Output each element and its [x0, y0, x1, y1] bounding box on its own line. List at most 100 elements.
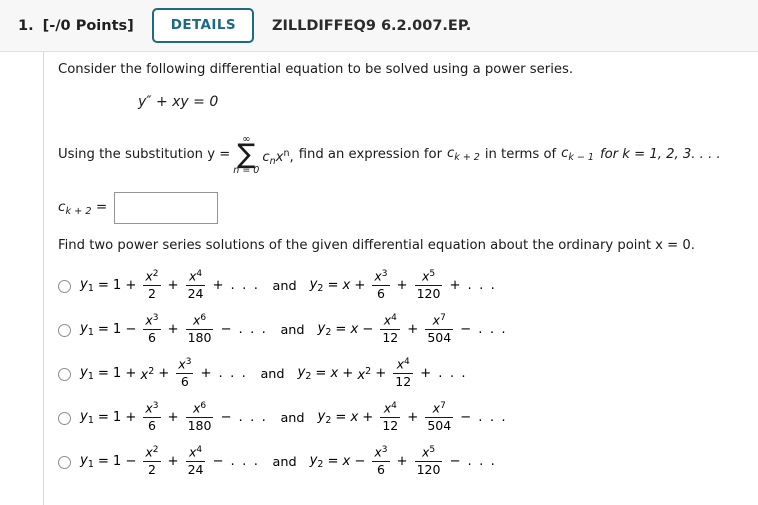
- fraction: x4 12: [380, 400, 401, 433]
- option-2-y1-tail-operator: −: [220, 322, 232, 338]
- answer-option-1[interactable]: y1 = 1 + x2 2 + x4 24 +. . . and y2 = x + x3 6 + x5 120 +. .…: [58, 264, 748, 308]
- fraction-numerator: x6: [192, 400, 207, 416]
- option-5-y1-label: y1: [80, 453, 94, 471]
- answer-option-5[interactable]: y1 = 1− x2 2 + x4 24−. . . and y2 = x − x3 6 + x5 120−. .…: [58, 440, 748, 484]
- option-5-y1-equals: =: [97, 454, 109, 470]
- option-2-y1: y1 = 1− x3 6 + x6 180−. . .: [80, 312, 268, 346]
- option-2-y2-operator-0: −: [362, 322, 374, 338]
- summand: cnxn,: [262, 148, 293, 167]
- summation-symbol: ∞ ∑ n = 0: [233, 135, 259, 176]
- option-5-and-label: and: [272, 454, 297, 470]
- fraction-denominator: 6: [180, 373, 189, 389]
- option-2-y1-label: y1: [80, 321, 94, 339]
- answer-option-4[interactable]: y1 = 1 + x3 6 + x6 180−. . . and y2 = x + x4 12 + x7 504−.…: [58, 396, 748, 440]
- fraction-denominator: 6: [376, 461, 385, 477]
- fraction: x4 12: [380, 313, 401, 345]
- option-4-y2-tail-operator: −: [460, 410, 472, 426]
- points-label: [-/0 Points]: [42, 17, 134, 34]
- option-5-y1-operator-0: −: [125, 454, 137, 470]
- option-5-y2-operator-1: +: [396, 454, 408, 470]
- option-3-and-label: and: [260, 366, 285, 382]
- fraction-denominator: 120: [416, 461, 441, 477]
- answer-input[interactable]: [114, 192, 219, 224]
- fraction-numerator: x6: [192, 312, 207, 328]
- option-1-y2-first-term: x: [342, 278, 351, 294]
- option-4-y2-ellipsis: . . .: [478, 410, 508, 426]
- fraction-numerator: x3: [145, 312, 159, 328]
- option-1-y1-operator-0: +: [125, 278, 137, 294]
- option-2-and-label: and: [280, 322, 305, 338]
- option-3-y1-operator-0: +: [158, 366, 170, 382]
- option-4-y1-tail-operator: −: [220, 410, 232, 426]
- fraction: x2 2: [143, 445, 161, 477]
- radio-button-option-5[interactable]: [58, 455, 71, 469]
- fraction: x3 6: [143, 312, 161, 345]
- option-2-y2-tail-operator: −: [460, 322, 472, 338]
- option-4-y1: y1 = 1 + x3 6 + x6 180−. . .: [80, 400, 268, 434]
- fraction-numerator: x4: [188, 268, 203, 284]
- option-4-y2-equals: =: [335, 410, 347, 426]
- option-1-y2: y2 = x + x3 6 + x5 120 +. . .: [309, 268, 497, 302]
- option-1-y2-equals: =: [327, 278, 339, 294]
- option-4-y1-first-term: 1: [112, 410, 122, 426]
- option-2-y1-first-term: 1: [112, 322, 122, 338]
- substitution-line: Using the substitution y = ∞ ∑ n = 0 cnx…: [58, 134, 721, 176]
- fraction-denominator: 24: [187, 461, 204, 477]
- option-5-y1: y1 = 1− x2 2 + x4 24−. . .: [80, 445, 260, 478]
- fraction-denominator: 504: [427, 329, 452, 345]
- fraction: x4 12: [393, 357, 414, 389]
- option-4-y1-equals: =: [97, 410, 109, 426]
- fraction-numerator: x3: [178, 356, 192, 372]
- fraction: x7 504: [425, 312, 454, 345]
- fraction-denominator: 504: [427, 417, 452, 433]
- fraction-denominator: 6: [147, 417, 156, 433]
- option-3-y1-label: y1: [80, 365, 94, 383]
- fraction-denominator: 12: [382, 417, 399, 433]
- option-1-y1-label: y1: [80, 277, 94, 295]
- answer-option-2[interactable]: y1 = 1− x3 6 + x6 180−. . . and y2 = x − x4 12 + x7 504−.…: [58, 308, 748, 352]
- radio-button-option-1[interactable]: [58, 279, 71, 293]
- option-1-y2-label: y2: [309, 277, 324, 295]
- answer-option-3[interactable]: y1 = 1 + x2 + x3 6 +. . . and y2 = x + x2 + x4 12 +. . .: [58, 352, 748, 396]
- option-3-y2-tail-operator: +: [420, 366, 432, 382]
- option-4-y1-ellipsis: . . .: [238, 410, 268, 426]
- option-2-y2-label: y2: [317, 321, 332, 339]
- summation-lower-limit: n = 0: [233, 165, 260, 177]
- fraction: x6 180: [185, 400, 214, 433]
- details-button[interactable]: DETAILS: [151, 7, 254, 44]
- option-5-y1-ellipsis: . . .: [230, 454, 260, 470]
- option-3-y2-label: y2: [297, 365, 312, 383]
- fraction-denominator: 180: [187, 329, 212, 345]
- option-1-y1-tail-operator: +: [212, 278, 224, 294]
- option-3-y2-operator-0: +: [375, 366, 387, 382]
- summand-coefficient: c: [262, 149, 270, 165]
- radio-button-option-2[interactable]: [58, 323, 71, 337]
- in-terms-text: in terms of: [484, 146, 557, 162]
- option-4-y2: y2 = x + x4 12 + x7 504−. . .: [318, 400, 508, 434]
- fraction-numerator: x5: [421, 268, 436, 284]
- option-3-y2-equals: =: [315, 366, 327, 382]
- option-5-y2-label: y2: [309, 453, 324, 471]
- fraction-numerator: x3: [374, 268, 388, 284]
- option-5-y2-operator-0: −: [354, 454, 366, 470]
- fraction-numerator: x4: [383, 400, 397, 416]
- option-3-y2-inline-term: x2: [357, 365, 372, 383]
- option-2-y1-ellipsis: . . .: [238, 322, 268, 338]
- option-5-y2-ellipsis: . . .: [467, 454, 497, 470]
- radio-button-option-4[interactable]: [58, 411, 71, 425]
- fraction-numerator: x3: [374, 444, 388, 460]
- option-2-y2-equals: =: [335, 322, 347, 338]
- option-3-y2: y2 = x + x2 + x4 12 +. . .: [297, 357, 468, 390]
- radio-button-option-3[interactable]: [58, 367, 71, 381]
- option-1-y2-operator-0: +: [354, 278, 366, 294]
- answer-row: ck + 2 =: [58, 192, 219, 224]
- option-1-y1-first-term: 1: [112, 278, 122, 294]
- fraction: x5 120: [414, 268, 443, 301]
- option-2-y2: y2 = x − x4 12 + x7 504−. . .: [317, 312, 508, 346]
- option-1-y1: y1 = 1 + x2 2 + x4 24 +. . .: [80, 268, 260, 302]
- option-2-y2-operator-1: +: [407, 322, 419, 338]
- fraction-numerator: x7: [432, 312, 446, 328]
- fraction: x5 120: [414, 444, 443, 477]
- option-4-y1-operator-0: +: [125, 410, 137, 426]
- fraction-numerator: x5: [421, 444, 436, 460]
